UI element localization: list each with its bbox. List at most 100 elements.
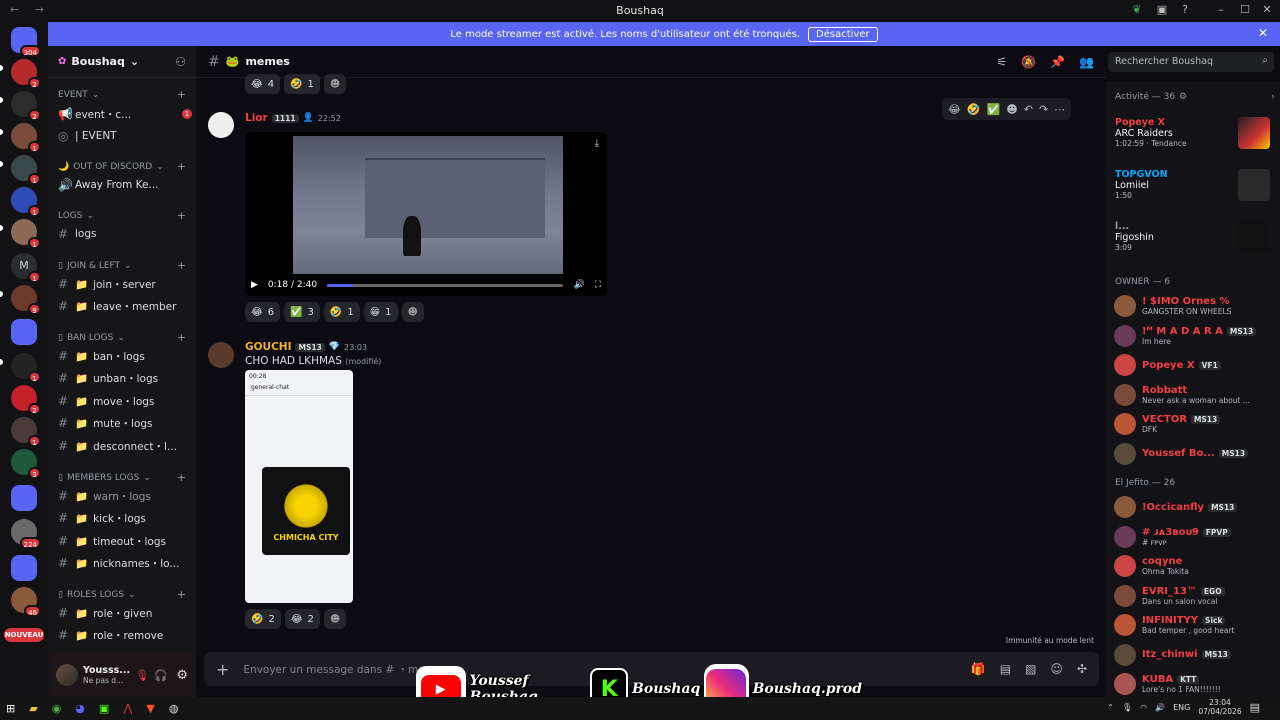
- member-row[interactable]: Popeye X VF1: [1106, 350, 1276, 380]
- emoji-icon[interactable]: ☺: [1050, 662, 1063, 676]
- notification-icon[interactable]: ▤: [1250, 701, 1260, 714]
- inbox-icon[interactable]: ▣: [1155, 3, 1169, 17]
- plus-icon[interactable]: +: [216, 660, 229, 679]
- server-icon[interactable]: 1: [11, 417, 41, 447]
- channel-nicknames[interactable]: # 📁 nicknames・lo...: [58, 553, 192, 573]
- app-icon[interactable]: ⋀: [123, 702, 132, 715]
- avatar[interactable]: [1114, 324, 1136, 347]
- activity-card[interactable]: TOPGVON Lomiiel 1:50: [1106, 169, 1276, 201]
- channel-afk[interactable]: 🔊 Away From Ke...: [58, 175, 192, 195]
- obs-icon[interactable]: ◍: [169, 702, 179, 715]
- forward-icon[interactable]: ↷: [1039, 103, 1048, 116]
- close-icon[interactable]: ✕: [1258, 26, 1268, 40]
- avatar[interactable]: [1114, 643, 1136, 666]
- channel-leave[interactable]: # 📁 leave・member: [58, 296, 192, 316]
- add-reaction-icon[interactable]: ☻: [323, 609, 347, 629]
- member-row[interactable]: KUBA KTT Lore's no 1 FAN!!!!!!!: [1106, 669, 1276, 697]
- wifi-icon[interactable]: ◠: [1140, 703, 1147, 712]
- server-icon[interactable]: 1: [11, 219, 41, 249]
- download-icon[interactable]: ⤓: [595, 138, 599, 149]
- reaction[interactable]: 😁 1: [363, 302, 398, 322]
- bell-muted-icon[interactable]: 🔕: [1021, 55, 1036, 69]
- file-explorer-icon[interactable]: ▰: [29, 702, 37, 715]
- folder-icon[interactable]: [11, 319, 37, 345]
- avatar[interactable]: [1114, 525, 1136, 548]
- channel-unban[interactable]: # 📁 unban・logs: [58, 368, 192, 388]
- avatar[interactable]: [1114, 354, 1136, 376]
- volume-icon[interactable]: 🔊: [573, 280, 584, 290]
- member-row[interactable]: ! $IMO Ornes % GANGSTER ON WHEELS: [1106, 291, 1276, 321]
- mic-muted-icon[interactable]: 🎙: [135, 669, 149, 682]
- add-reaction-icon[interactable]: ☻: [1006, 103, 1017, 116]
- channel-join[interactable]: # 📁 join・server: [58, 274, 192, 294]
- server-icon[interactable]: 2: [11, 385, 41, 415]
- avatar[interactable]: [1114, 383, 1136, 406]
- member-row[interactable]: Itz_chinwi MS13: [1106, 640, 1276, 670]
- member-row[interactable]: EVRI_13™ EGO Dans un salon vocal: [1106, 581, 1276, 611]
- channel-move[interactable]: # 📁 move・logs: [58, 391, 192, 411]
- avatar[interactable]: [208, 342, 234, 368]
- chrome-icon[interactable]: ◉: [52, 702, 62, 715]
- pin-icon[interactable]: 📌: [1050, 55, 1065, 69]
- member-row[interactable]: # ᴊᴀ3ʙᴏᴜ9 FPVP # ꜰᴘᴠᴘ: [1106, 522, 1276, 552]
- sticker-icon[interactable]: ▧: [1025, 662, 1036, 676]
- channel-warn[interactable]: # 📁 warn・logs: [58, 486, 192, 506]
- channel-role-remove[interactable]: # 📁 role・remove: [58, 625, 192, 645]
- avatar[interactable]: [1114, 413, 1136, 435]
- gif-icon[interactable]: ▤: [1000, 662, 1011, 676]
- server-icon[interactable]: M1: [11, 253, 41, 283]
- avatar[interactable]: [1114, 442, 1136, 465]
- language[interactable]: ENG: [1173, 703, 1190, 712]
- reaction[interactable]: 🤣 1: [284, 74, 320, 94]
- category-out-of-discord[interactable]: 🌙 OUT OF DISCORD ⌄ +: [58, 160, 186, 173]
- maximize-icon[interactable]: ☐: [1238, 3, 1252, 17]
- category-ban-logs[interactable]: ▯ BAN LOGS ⌄ +: [58, 331, 186, 344]
- chevron-up-icon[interactable]: ⌃: [1107, 703, 1114, 712]
- members-icon[interactable]: 👥: [1079, 55, 1094, 69]
- member-row[interactable]: Robbatt Never ask a woman about ...: [1106, 380, 1276, 410]
- apps-icon[interactable]: ✣: [1077, 662, 1087, 676]
- invite-icon[interactable]: ⚇: [175, 55, 186, 69]
- reaction[interactable]: 😂 6: [245, 302, 281, 322]
- channel-disconnect[interactable]: # 📁 desconnect・l...: [58, 436, 192, 456]
- channel-event-stage[interactable]: ◎ | EVENT: [58, 126, 192, 146]
- server-icon[interactable]: 1: [11, 353, 41, 383]
- server-icon[interactable]: 2: [11, 59, 41, 89]
- channel-mute[interactable]: # 📁 mute・logs: [58, 413, 192, 433]
- channel-timeout[interactable]: # 📁 timeout・logs: [58, 531, 192, 551]
- play-icon[interactable]: ▶: [251, 280, 258, 290]
- avatar[interactable]: [1114, 496, 1136, 518]
- seek-bar[interactable]: [327, 283, 564, 287]
- guild-header[interactable]: ✿ Boushaq ⌄ ⚇: [48, 46, 196, 78]
- category-join-left[interactable]: ▯ JOIN & LEFT ⌄ +: [58, 259, 186, 272]
- avatar[interactable]: [1114, 584, 1136, 607]
- server-icon[interactable]: 3: [11, 449, 41, 479]
- avatar[interactable]: [1114, 673, 1136, 695]
- disable-button[interactable]: Désactiver: [808, 26, 878, 42]
- server-icon[interactable]: 46: [11, 587, 41, 617]
- brave-icon[interactable]: ▼: [146, 702, 154, 715]
- reaction[interactable]: 😂 4: [245, 74, 281, 94]
- add-reaction-icon[interactable]: ☻: [401, 302, 424, 322]
- close-window-icon[interactable]: ✕: [1260, 3, 1274, 17]
- headset-muted-icon[interactable]: 🎧: [154, 669, 168, 682]
- server-icon[interactable]: 1: [11, 155, 41, 185]
- reply-icon[interactable]: ↶: [1024, 103, 1033, 116]
- folder-icon[interactable]: [11, 555, 37, 581]
- activity-card[interactable]: Popeye X ARC Raiders 1:02:59 · Tendance: [1106, 117, 1276, 149]
- reaction[interactable]: 🤣 2: [245, 609, 281, 629]
- reaction-quick[interactable]: 😂: [948, 103, 961, 116]
- category-roles-logs[interactable]: ▯ ROLES LOGS ⌄ +: [58, 588, 186, 601]
- member-row[interactable]: Youssef Bo... MS13: [1106, 439, 1276, 469]
- server-icon[interactable]: 9: [11, 285, 41, 315]
- folder-icon[interactable]: [11, 485, 37, 511]
- activity-header[interactable]: Activité — 36 ⚙ ›: [1115, 92, 1275, 102]
- author-name[interactable]: Lior: [245, 112, 268, 124]
- avatar[interactable]: [1114, 295, 1136, 317]
- channel-ban[interactable]: # 📁 ban・logs: [58, 346, 192, 366]
- add-reaction-icon[interactable]: ☻: [323, 74, 347, 94]
- leaf-icon[interactable]: ❦: [1130, 3, 1144, 17]
- mic-icon[interactable]: 🎙: [1122, 703, 1132, 712]
- channel-logs[interactable]: # logs: [58, 224, 192, 244]
- help-icon[interactable]: ?: [1178, 3, 1192, 17]
